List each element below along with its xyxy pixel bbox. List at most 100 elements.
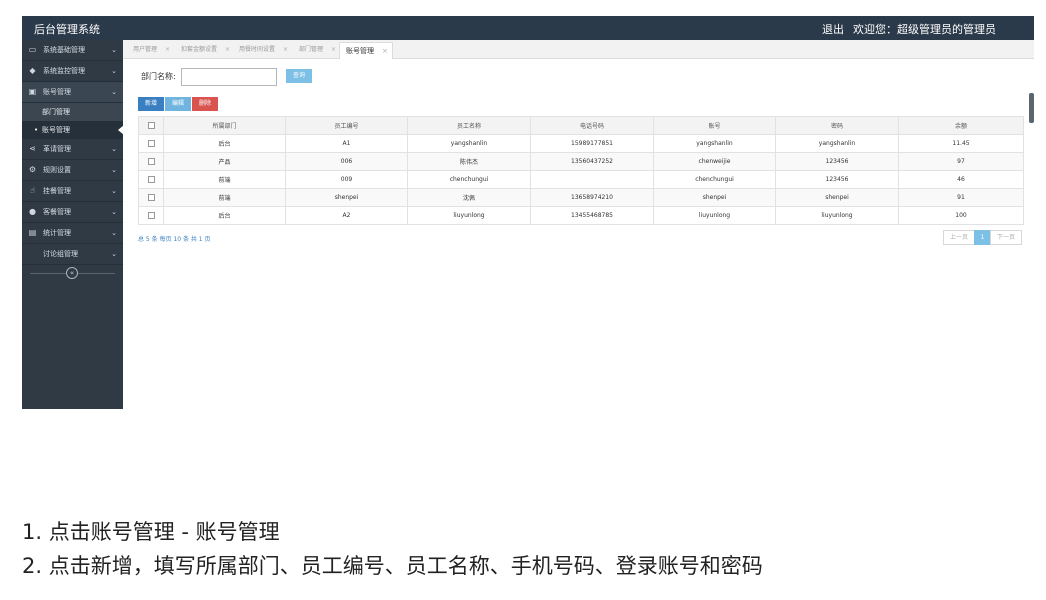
add-button[interactable]: 新增: [138, 97, 164, 111]
table-cell: shenpei: [285, 188, 408, 207]
sidebar-item-label: 讨论组管理: [43, 250, 78, 258]
row-checkbox[interactable]: [138, 206, 164, 225]
table-cell: 97: [898, 152, 1024, 171]
pagination-summary: 总 5 条 每页 10 条 共 1 页: [138, 236, 211, 243]
table-cell: yangshanlin: [653, 134, 776, 153]
row-checkbox[interactable]: [138, 134, 164, 153]
sidebar-item-discussion[interactable]: 讨论组管理 ⌄: [22, 244, 123, 265]
sidebar-item-account[interactable]: ▣ 账号管理 ⌄: [22, 82, 123, 103]
close-icon[interactable]: ×: [283, 46, 288, 53]
dept-name-label: 部门名称:: [141, 72, 176, 81]
close-icon[interactable]: ×: [225, 46, 230, 53]
tab-department-management[interactable]: 部门管理 ×: [293, 42, 336, 59]
sidebar-subitem-label: 部门管理: [42, 108, 70, 116]
sidebar-item-label: 统计管理: [43, 229, 71, 237]
delete-button[interactable]: 删除: [192, 97, 218, 111]
tab-meal-time-settings[interactable]: 用餐时间设置 ×: [233, 42, 288, 59]
table-cell: 100: [898, 206, 1024, 225]
chevron-down-icon: ⌄: [111, 67, 117, 75]
table-cell: 产品: [163, 152, 286, 171]
main-content: 用户管理 × 扣套金额设置 × 用餐时间设置 × 部门管理 × 账号管理 × 部门名称: …: [123, 40, 1034, 409]
select-all-checkbox[interactable]: [138, 116, 164, 135]
column-header[interactable]: 余额: [898, 116, 1024, 135]
table-row[interactable]: 前端 shenpei 沈佩 13658974210 shenpei shenpe…: [138, 188, 1024, 207]
chevron-down-icon: ⌄: [111, 145, 117, 153]
column-header[interactable]: 所属部门: [163, 116, 286, 135]
admin-window: 后台管理系统 退出 欢迎您：超级管理员的管理员 ▭ 系统基础管理 ⌄ ◆ 系统监…: [22, 16, 1034, 409]
row-checkbox[interactable]: [138, 188, 164, 207]
tab-label: 用户管理: [133, 46, 158, 53]
table-cell: 后台: [163, 206, 286, 225]
sidebar-item-label: 客餐管理: [43, 208, 71, 216]
sidebar-item-system-monitor[interactable]: ◆ 系统监控管理 ⌄: [22, 61, 123, 82]
table-cell: 前端: [163, 170, 286, 189]
column-header[interactable]: 密码: [775, 116, 899, 135]
sidebar-subitem-label: 账号管理: [42, 126, 70, 134]
table-cell: 15989177851: [530, 134, 654, 153]
table-cell: [530, 170, 654, 189]
welcome-text: 欢迎您：超级管理员的管理员: [853, 23, 996, 36]
row-checkbox[interactable]: [138, 170, 164, 189]
sidebar-item-rules[interactable]: ⚙ 规则设置 ⌄: [22, 160, 123, 181]
sidebar-item-label: 账号管理: [43, 88, 71, 96]
close-icon[interactable]: ×: [331, 46, 336, 53]
sidebar-item-statistics[interactable]: ▤ 统计管理 ⌄: [22, 223, 123, 244]
top-bar: 后台管理系统 退出 欢迎您：超级管理员的管理员: [22, 16, 1034, 40]
pagination: 上一页 1 下一页: [942, 230, 1022, 245]
close-icon[interactable]: ×: [382, 47, 388, 55]
next-page-button[interactable]: 下一页: [989, 230, 1022, 245]
column-header[interactable]: 账号: [653, 116, 776, 135]
sidebar-subitem-account[interactable]: 账号管理: [22, 121, 124, 139]
sidebar-subitem-department[interactable]: 部门管理: [22, 103, 123, 121]
table-cell: 陈伟杰: [407, 152, 531, 171]
table-row[interactable]: 前端 009 chenchungui chenchungui 123456 46: [138, 170, 1024, 189]
table-cell: 后台: [163, 134, 286, 153]
table-cell: 11.45: [898, 134, 1024, 153]
table-cell: 13658974210: [530, 188, 654, 207]
table-cell: 13560437252: [530, 152, 654, 171]
table-cell: shenpei: [775, 188, 899, 207]
query-button[interactable]: 查询: [286, 69, 312, 83]
app-title: 后台管理系统: [34, 23, 100, 36]
table-row[interactable]: 产品 006 陈伟杰 13560437252 chenweijie 123456…: [138, 152, 1024, 171]
column-header[interactable]: 员工编号: [285, 116, 408, 135]
table-cell: chenweijie: [653, 152, 776, 171]
sidebar-collapse-row: «: [22, 265, 123, 281]
tab-deduction-settings[interactable]: 扣套金额设置 ×: [175, 42, 230, 59]
tab-bar: 用户管理 × 扣套金额设置 × 用餐时间设置 × 部门管理 × 账号管理 ×: [123, 40, 1034, 59]
collapse-icon[interactable]: «: [66, 267, 78, 279]
table-cell: liuyunlong: [775, 206, 899, 225]
chevron-down-icon: ⌄: [111, 250, 117, 258]
sidebar-item-guest-meal[interactable]: ● 客餐管理 ⌄: [22, 202, 123, 223]
page-1-button[interactable]: 1: [973, 230, 991, 245]
instruction-step-2: 2. 点击新增，填写所属部门、员工编号、员工名称、手机号码、登录账号和密码: [22, 554, 763, 578]
sidebar-item-meal[interactable]: ☝ 挂餐管理 ⌄: [22, 181, 123, 202]
table-row[interactable]: 后台 A1 yangshanlin 15989177851 yangshanli…: [138, 134, 1024, 153]
prev-page-button[interactable]: 上一页: [942, 230, 975, 245]
row-checkbox[interactable]: [138, 152, 164, 171]
table-cell: 006: [285, 152, 408, 171]
tab-label: 扣套金额设置: [181, 46, 218, 53]
share-icon: ⋖: [29, 144, 36, 153]
tab-account-management[interactable]: 账号管理 ×: [339, 42, 393, 59]
sidebar: ▭ 系统基础管理 ⌄ ◆ 系统监控管理 ⌄ ▣ 账号管理 ⌄ 部门管理 账号管理…: [22, 40, 124, 409]
edit-button[interactable]: 编辑: [165, 97, 191, 111]
table-cell: A2: [285, 206, 408, 225]
column-header[interactable]: 员工名称: [407, 116, 531, 135]
table-cell: 46: [898, 170, 1024, 189]
table-row[interactable]: 后台 A2 liuyunlong 13455468785 liuyunlong …: [138, 206, 1024, 225]
dept-name-input[interactable]: [181, 68, 277, 86]
monitor-icon: ▭: [28, 45, 37, 54]
chevron-down-icon: ⌄: [111, 166, 117, 174]
table-cell: liuyunlong: [653, 206, 776, 225]
sidebar-item-system-basic[interactable]: ▭ 系统基础管理 ⌄: [22, 40, 123, 61]
sidebar-item-request[interactable]: ⋖ 革请管理 ⌄: [22, 139, 123, 160]
logout-link[interactable]: 退出: [822, 21, 844, 37]
tab-user-management[interactable]: 用户管理 ×: [127, 42, 170, 59]
table-cell: chenchungui: [653, 170, 776, 189]
close-icon[interactable]: ×: [165, 46, 170, 53]
scrollbar-handle[interactable]: [1029, 93, 1034, 123]
column-header[interactable]: 电话号码: [530, 116, 654, 135]
table-cell: yangshanlin: [775, 134, 899, 153]
sidebar-item-label: 革请管理: [43, 145, 71, 153]
